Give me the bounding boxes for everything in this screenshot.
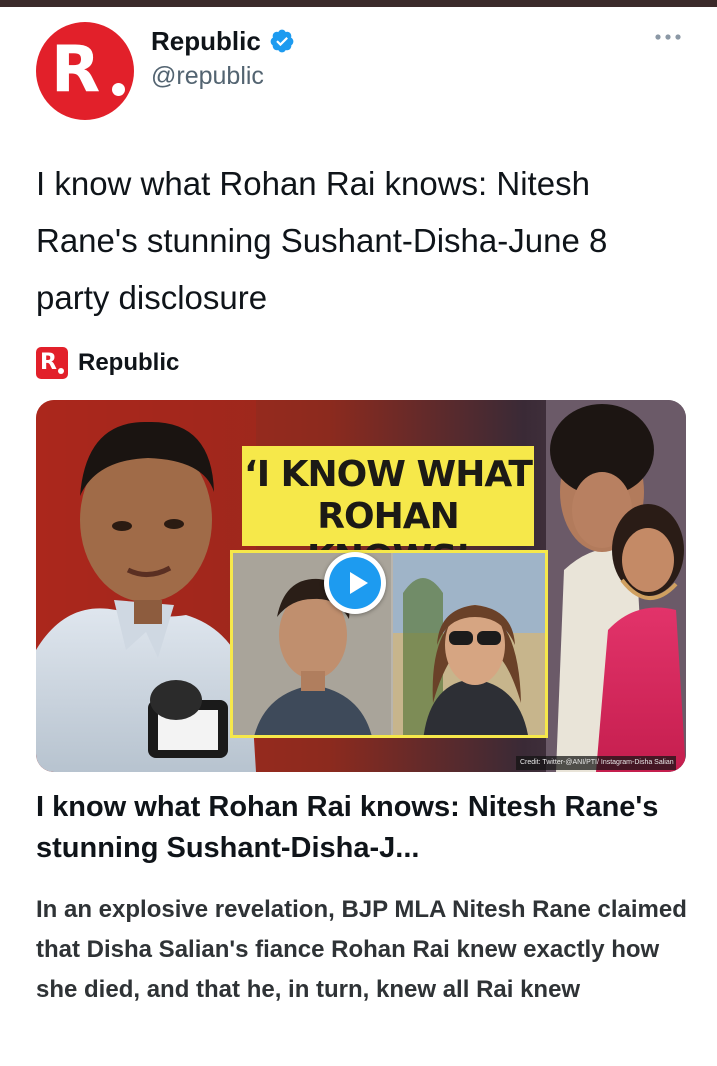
link-card-media[interactable]: ‘I KNOW WHAT ROHAN KNOWS’ C	[36, 400, 686, 772]
source-logo-dot	[58, 368, 64, 374]
avatar-logo-letter: R	[51, 33, 100, 107]
card-description: In an explosive revelation, BJP MLA Nite…	[36, 896, 687, 1003]
more-horizontal-icon[interactable]	[651, 28, 685, 46]
verified-badge-icon	[270, 29, 294, 53]
avatar[interactable]: R	[36, 22, 134, 120]
handle[interactable]: @republic	[151, 62, 264, 91]
author-name-row[interactable]: Republic	[151, 24, 295, 58]
top-edge-strip	[0, 0, 717, 7]
thumbnail-headline-line1: ‘I KNOW WHAT	[244, 454, 533, 495]
thumbnail-inset-photos	[230, 550, 548, 738]
source-logo-icon: R	[36, 347, 68, 379]
source-name: Republic	[78, 349, 180, 376]
source-logo-letter: R	[40, 350, 57, 375]
thumbnail-headline-box: ‘I KNOW WHAT ROHAN KNOWS’	[242, 446, 534, 579]
card-source-row[interactable]: R Republic	[36, 347, 179, 379]
image-credit: Credit: Twitter-@ANI/PTI/ Instagram-Dish…	[520, 759, 674, 766]
inset-photos-image	[233, 553, 545, 735]
play-button[interactable]	[324, 552, 386, 614]
play-icon	[329, 557, 381, 609]
play-triangle	[350, 572, 368, 594]
avatar-logo-dot	[112, 83, 125, 96]
tweet-text: I know what Rohan Rai knows: Nitesh Rane…	[36, 165, 608, 316]
display-name[interactable]: Republic	[151, 26, 261, 57]
card-title[interactable]: I know what Rohan Rai knows: Nitesh Rane…	[36, 787, 686, 869]
